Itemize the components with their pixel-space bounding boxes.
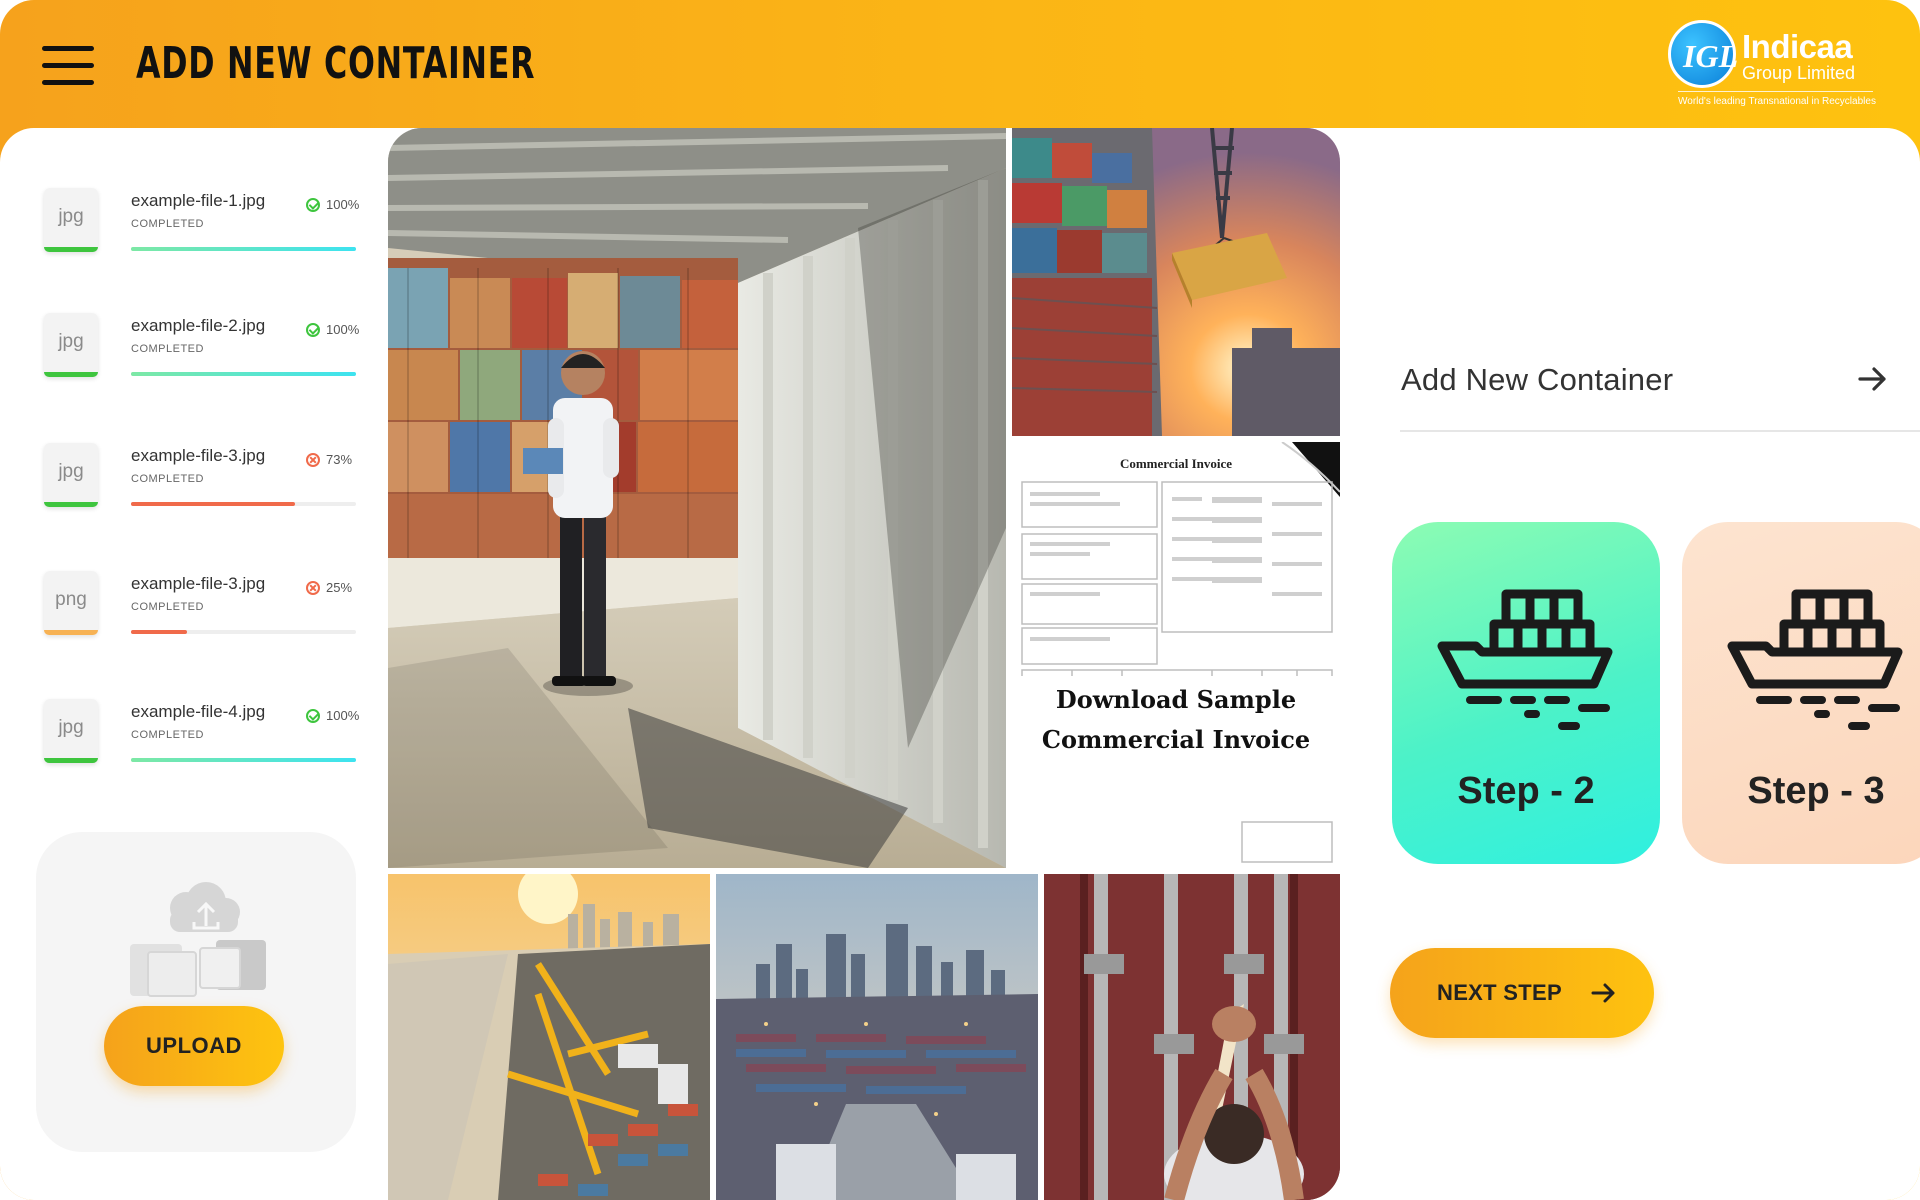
file-item[interactable]: jpg example-file-2.jpg COMPLETED 100%	[44, 313, 364, 399]
app-frame: ADD NEW CONTAINER IGL Indicaa Group Limi…	[0, 0, 1920, 1200]
cargo-ship-icon	[1437, 589, 1613, 730]
file-status: COMPLETED	[131, 343, 204, 355]
step-2-label: Step - 2	[1457, 770, 1595, 812]
add-new-container-link[interactable]: Add New Container	[1400, 350, 1920, 434]
cargo-ship-icon	[1727, 589, 1903, 730]
file-item[interactable]: jpg example-file-4.jpg COMPLETED 100%	[44, 699, 364, 785]
progress-bar	[131, 502, 356, 506]
file-percent: 25%	[306, 579, 368, 597]
error-circle-icon	[306, 581, 320, 595]
progress-fill	[131, 372, 356, 376]
file-status: COMPLETED	[131, 218, 204, 230]
logo-divider	[1678, 91, 1873, 92]
progress-fill	[131, 247, 356, 251]
file-status: COMPLETED	[131, 601, 204, 613]
file-status: COMPLETED	[131, 473, 204, 485]
arrow-right-icon	[1591, 983, 1615, 1003]
arrow-right-icon	[1858, 367, 1886, 391]
logo-name: Indicaa	[1742, 28, 1853, 65]
check-circle-icon	[306, 709, 320, 723]
file-percent-label: 73%	[326, 452, 353, 467]
upload-button[interactable]: UPLOAD	[104, 1006, 284, 1086]
error-circle-icon	[306, 453, 320, 467]
port-aerial-photo	[388, 874, 710, 1200]
step-3-label: Step - 3	[1747, 770, 1885, 812]
file-percent: 100%	[306, 707, 368, 725]
invoice-doc-title: Commercial Invoice	[1119, 456, 1233, 471]
file-name: example-file-4.jpg	[131, 702, 266, 721]
file-percent-label: 100%	[326, 708, 360, 723]
header-bar: ADD NEW CONTAINER IGL Indicaa Group Limi…	[0, 0, 1920, 130]
page-title: ADD NEW CONTAINER	[136, 38, 536, 89]
file-type-icon: jpg	[44, 313, 98, 377]
check-circle-icon	[306, 323, 320, 337]
company-logo[interactable]: IGL Indicaa Group Limited World's leadin…	[1668, 18, 1878, 110]
next-step-button[interactable]: NEXT STEP	[1390, 948, 1654, 1038]
gallery-image-container-inspection[interactable]	[388, 128, 1006, 868]
logo-globe-icon: IGL	[1668, 20, 1739, 88]
file-ext: jpg	[58, 717, 84, 738]
file-type-icon: jpg	[44, 699, 98, 763]
progress-bar	[131, 758, 356, 762]
file-ext: jpg	[58, 206, 84, 227]
step-3-card[interactable]: Step - 3	[1682, 522, 1920, 864]
file-percent: 100%	[306, 321, 368, 339]
hamburger-menu-icon[interactable]	[42, 44, 96, 88]
gallery-image-port-crane[interactable]	[1012, 128, 1340, 436]
main-panel: jpg example-file-1.jpg COMPLETED 100% jp…	[0, 128, 1920, 1200]
image-gallery: Commercial Invoice Download Sample Comme…	[388, 128, 1340, 1200]
upload-dropzone[interactable]: UPLOAD	[36, 832, 356, 1152]
file-percent: 100%	[306, 196, 368, 214]
gallery-image-city-port[interactable]	[716, 874, 1038, 1200]
file-item[interactable]: jpg example-file-3.jpg COMPLETED 73%	[44, 443, 364, 529]
gallery-image-port-aerial[interactable]	[388, 874, 710, 1200]
add-new-container-label: Add New Container	[1401, 362, 1674, 397]
city-port-photo	[716, 874, 1038, 1200]
file-status: COMPLETED	[131, 729, 204, 741]
invoice-caption-line1: Download Sample	[1055, 685, 1297, 714]
file-type-icon: png	[44, 571, 98, 635]
invoice-caption: Download Sample Commercial Invoice	[1012, 680, 1340, 760]
container-inspection-photo	[388, 128, 1006, 868]
file-percent-label: 100%	[326, 197, 360, 212]
file-ext: jpg	[58, 461, 84, 482]
file-type-icon: jpg	[44, 443, 98, 507]
file-name: example-file-1.jpg	[131, 191, 266, 210]
logo-tagline: World's leading Transnational in Recycla…	[1678, 96, 1876, 107]
progress-fill	[131, 502, 296, 506]
invoice-document-photo	[1012, 442, 1340, 868]
file-percent: 73%	[306, 451, 368, 469]
file-type-icon: jpg	[44, 188, 98, 252]
logo-mark-text: IGL	[1683, 38, 1739, 74]
step-2-card[interactable]: Step - 2	[1392, 522, 1660, 864]
progress-fill	[131, 630, 188, 634]
container-seal-photo	[1044, 874, 1340, 1200]
file-ext: png	[55, 589, 87, 610]
file-item[interactable]: png example-file-3.jpg COMPLETED 25%	[44, 571, 364, 657]
progress-bar	[131, 630, 356, 634]
file-ext: jpg	[58, 331, 84, 352]
file-name: example-file-3.jpg	[131, 446, 266, 465]
next-step-label: NEXT STEP	[1437, 980, 1562, 1005]
file-item[interactable]: jpg example-file-1.jpg COMPLETED 100%	[44, 188, 364, 274]
progress-fill	[131, 758, 356, 762]
gallery-image-container-seal[interactable]	[1044, 874, 1340, 1200]
progress-bar	[131, 372, 356, 376]
file-name: example-file-3.jpg	[131, 574, 266, 593]
divider	[1400, 430, 1920, 432]
cloud-upload-icon	[130, 882, 266, 997]
check-circle-icon	[306, 198, 320, 212]
port-crane-photo	[1012, 128, 1340, 436]
download-invoice-tile[interactable]: Commercial Invoice Download Sample Comme…	[1012, 442, 1340, 868]
file-percent-label: 100%	[326, 322, 360, 337]
invoice-caption-line2: Commercial Invoice	[1041, 725, 1311, 754]
file-percent-label: 25%	[326, 580, 353, 595]
progress-bar	[131, 247, 356, 251]
file-name: example-file-2.jpg	[131, 316, 266, 335]
logo-subtitle: Group Limited	[1742, 63, 1856, 83]
